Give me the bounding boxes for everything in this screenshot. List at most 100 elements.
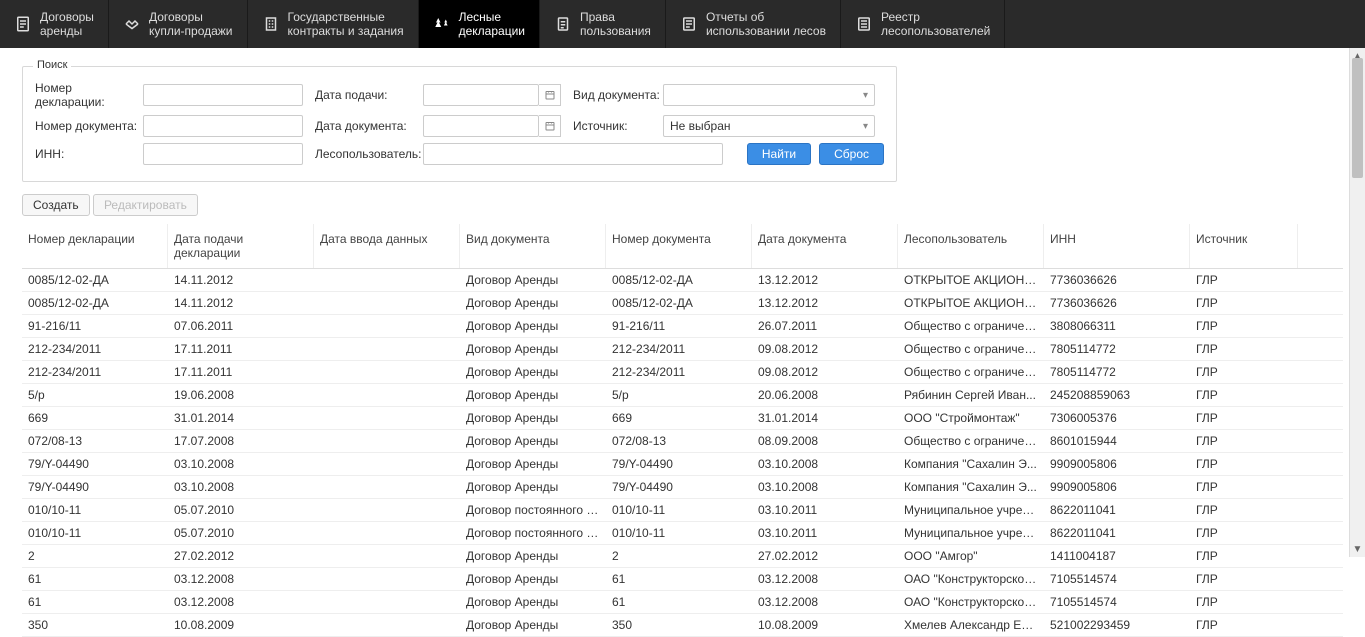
forest-user-input[interactable]	[423, 143, 723, 165]
scroll-thumb[interactable]	[1352, 58, 1363, 178]
source-label: Источник:	[573, 119, 663, 133]
col-entry-date[interactable]: Дата ввода данных	[314, 224, 460, 268]
source-value: Не выбран	[670, 119, 731, 133]
cell	[314, 384, 460, 406]
table-row[interactable]: 66931.01.2014Договор Аренды66931.01.2014…	[22, 407, 1343, 430]
cell: 09.08.2012	[752, 338, 898, 360]
cell: 7805114772	[1044, 361, 1190, 383]
table-row[interactable]: 072/08-1317.07.2008Договор Аренды072/08-…	[22, 430, 1343, 453]
cell: 8622011041	[1044, 522, 1190, 544]
nav-usage-reports[interactable]: Отчеты об использовании лесов	[666, 0, 841, 48]
cell: 0085/12-02-ДА	[606, 292, 752, 314]
vertical-scrollbar[interactable]: ▲ ▼	[1349, 48, 1365, 557]
nav-forest-declarations[interactable]: Лесные декларации	[419, 0, 540, 48]
cell: ГЛР	[1190, 476, 1298, 498]
cell: Компания "Сахалин Э...	[898, 453, 1044, 475]
table-row[interactable]: 010/10-1105.07.2010Договор постоянного (…	[22, 522, 1343, 545]
table-row[interactable]: 6103.12.2008Договор Аренды6103.12.2008ОА…	[22, 568, 1343, 591]
col-doc-type[interactable]: Вид документа	[460, 224, 606, 268]
doc-type-select[interactable]: ▾	[663, 84, 875, 106]
cell: Договор Аренды	[460, 453, 606, 475]
cell: 07.06.2011	[168, 315, 314, 337]
cell: 072/08-13	[22, 430, 168, 452]
cell	[314, 568, 460, 590]
create-button[interactable]: Создать	[22, 194, 90, 216]
col-submit-date[interactable]: Дата подачи декларации	[168, 224, 314, 268]
nav-lease-contracts[interactable]: Договоры аренды	[0, 0, 109, 48]
grid-body: 0085/12-02-ДА14.11.2012Договор Аренды008…	[22, 269, 1343, 637]
cell: 19.06.2008	[168, 384, 314, 406]
col-doc-num[interactable]: Номер документа	[606, 224, 752, 268]
col-inn[interactable]: ИНН	[1044, 224, 1190, 268]
cell: 03.10.2008	[752, 453, 898, 475]
handshake-icon	[123, 15, 141, 33]
nav-users-registry[interactable]: Реестр лесопользователей	[841, 0, 1005, 48]
table-row[interactable]: 212-234/201117.11.2011Договор Аренды212-…	[22, 338, 1343, 361]
nav-gov-contracts[interactable]: Государственные контракты и задания	[248, 0, 419, 48]
cell: 3808066311	[1044, 315, 1190, 337]
col-forest-user[interactable]: Лесопользователь	[898, 224, 1044, 268]
submit-date-input[interactable]	[423, 84, 539, 106]
submit-date-picker[interactable]	[539, 84, 561, 106]
cell: Общество с ограничен...	[898, 338, 1044, 360]
cell: 5/р	[22, 384, 168, 406]
cell	[314, 338, 460, 360]
table-row[interactable]: 212-234/201117.11.2011Договор Аренды212-…	[22, 361, 1343, 384]
cell: 79/Y-04490	[606, 453, 752, 475]
cell	[314, 522, 460, 544]
edit-button[interactable]: Редактировать	[93, 194, 198, 216]
cell: 03.10.2011	[752, 522, 898, 544]
cell: 10.08.2009	[168, 614, 314, 636]
cell: 09.08.2012	[752, 361, 898, 383]
table-row[interactable]: 0085/12-02-ДА14.11.2012Договор Аренды008…	[22, 292, 1343, 315]
cell: Компания "Сахалин Э...	[898, 476, 1044, 498]
cell: 03.12.2008	[168, 591, 314, 613]
col-decl-num[interactable]: Номер декларации	[22, 224, 168, 268]
col-source[interactable]: Источник	[1190, 224, 1298, 268]
cell: 17.07.2008	[168, 430, 314, 452]
table-row[interactable]: 6103.12.2008Договор Аренды6103.12.2008ОА…	[22, 591, 1343, 614]
decl-num-input[interactable]	[143, 84, 303, 106]
inn-input[interactable]	[143, 143, 303, 165]
doc-date-input[interactable]	[423, 115, 539, 137]
cell: 14.11.2012	[168, 269, 314, 291]
cell	[314, 269, 460, 291]
table-row[interactable]: 91-216/1107.06.2011Договор Аренды91-216/…	[22, 315, 1343, 338]
table-row[interactable]: 0085/12-02-ДА14.11.2012Договор Аренды008…	[22, 269, 1343, 292]
cell: Договор Аренды	[460, 315, 606, 337]
doc-date-picker[interactable]	[539, 115, 561, 137]
cell: ОТКРЫТОЕ АКЦИОНЕ...	[898, 269, 1044, 291]
cell	[314, 591, 460, 613]
cell: ОАО "Конструкторское...	[898, 568, 1044, 590]
col-doc-date[interactable]: Дата документа	[752, 224, 898, 268]
nav-usage-rights[interactable]: Права пользования	[540, 0, 666, 48]
find-button[interactable]: Найти	[747, 143, 811, 165]
cell: ГЛР	[1190, 361, 1298, 383]
doc-num-input[interactable]	[143, 115, 303, 137]
cell: Договор Аренды	[460, 545, 606, 567]
cell: 212-234/2011	[606, 338, 752, 360]
table-row[interactable]: 79/Y-0449003.10.2008Договор Аренды79/Y-0…	[22, 453, 1343, 476]
cell: 03.10.2008	[752, 476, 898, 498]
reset-button[interactable]: Сброс	[819, 143, 884, 165]
scroll-down-arrow[interactable]: ▼	[1350, 541, 1365, 557]
cell: 08.09.2008	[752, 430, 898, 452]
table-row[interactable]: 35010.08.2009Договор Аренды35010.08.2009…	[22, 614, 1343, 637]
cell: ГЛР	[1190, 269, 1298, 291]
document-icon	[14, 15, 32, 33]
source-select[interactable]: Не выбран ▾	[663, 115, 875, 137]
doc-type-label: Вид документа:	[573, 88, 663, 102]
cell: 010/10-11	[606, 499, 752, 521]
table-row[interactable]: 010/10-1105.07.2010Договор постоянного (…	[22, 499, 1343, 522]
cell: 010/10-11	[22, 522, 168, 544]
cell: Общество с ограничен...	[898, 430, 1044, 452]
table-row[interactable]: 79/Y-0449003.10.2008Договор Аренды79/Y-0…	[22, 476, 1343, 499]
cell: Договор постоянного (...	[460, 499, 606, 521]
cell: ГЛР	[1190, 315, 1298, 337]
cell: 212-234/2011	[22, 338, 168, 360]
cell: 072/08-13	[606, 430, 752, 452]
table-row[interactable]: 5/р19.06.2008Договор Аренды5/р20.06.2008…	[22, 384, 1343, 407]
doc-date-label: Дата документа:	[315, 119, 423, 133]
cell: 10.08.2009	[752, 614, 898, 636]
nav-sale-contracts[interactable]: Договоры купли-продажи	[109, 0, 248, 48]
